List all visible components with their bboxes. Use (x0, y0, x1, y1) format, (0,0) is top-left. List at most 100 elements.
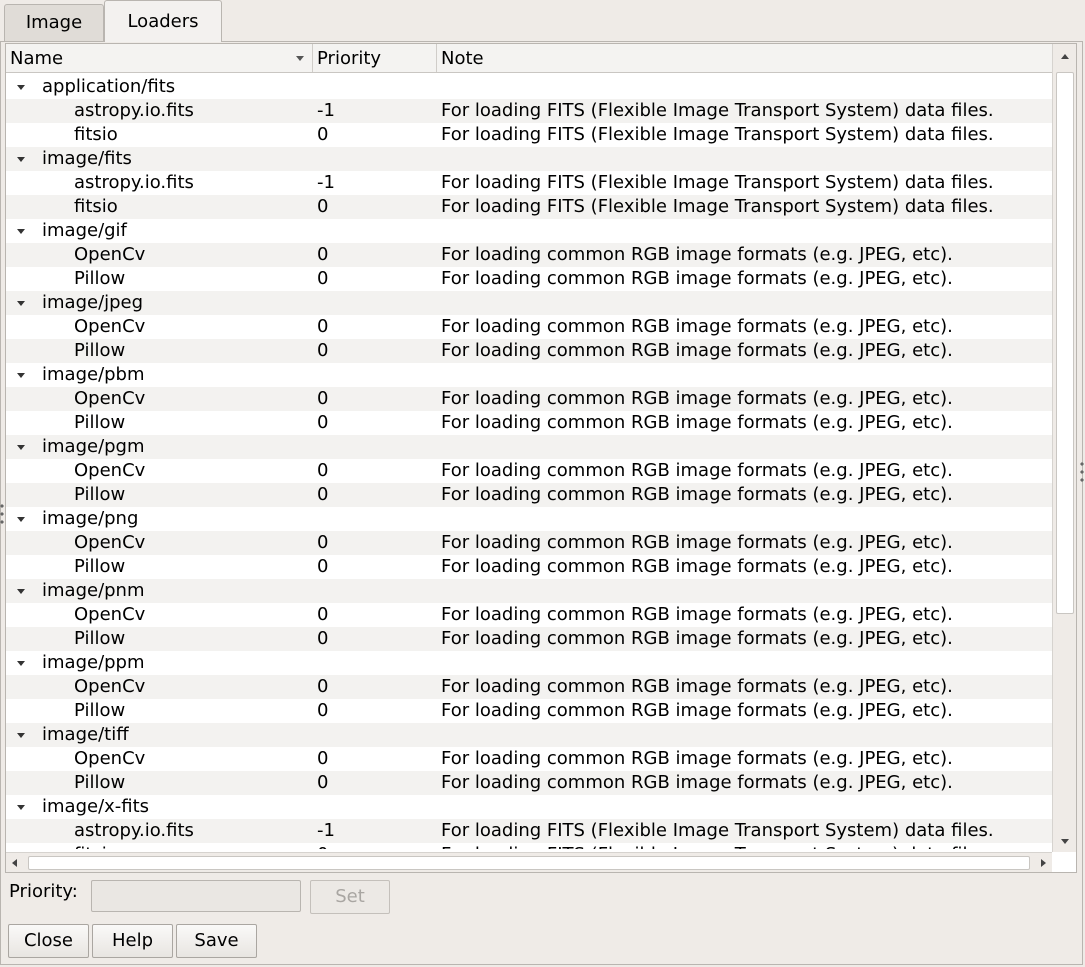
loader-row[interactable]: OpenCv 0 For loading common RGB image form… (6, 675, 1052, 699)
loader-name: astropy.io.fits (74, 820, 194, 841)
loader-priority: 0 (317, 843, 437, 849)
loader-row[interactable]: OpenCv 0 For loading common RGB image form… (6, 387, 1052, 411)
tree-group-row[interactable]: application/fits (6, 75, 1052, 99)
group-mime-label: application/fits (42, 76, 176, 97)
scroll-up-arrow-icon[interactable] (1061, 54, 1069, 59)
tree-group-row[interactable]: image/pbm (6, 363, 1052, 387)
tab-loaders[interactable]: Loaders (104, 0, 222, 42)
loader-row[interactable]: OpenCv 0 For loading common RGB image form… (6, 315, 1052, 339)
expander-arrow-icon[interactable] (17, 157, 25, 162)
loader-row[interactable]: OpenCv 0 For loading common RGB image form… (6, 459, 1052, 483)
loader-note: For loading common RGB image formats (e.… (441, 556, 953, 577)
scroll-down-arrow-icon[interactable] (1061, 839, 1069, 844)
close-button[interactable]: Close (8, 924, 89, 958)
group-mime-label: image/jpeg (42, 292, 144, 313)
loader-row[interactable]: fitsio 0 For loading FITS (Flexible Image … (6, 195, 1052, 219)
set-button[interactable]: Set (310, 880, 390, 914)
help-button[interactable]: Help (92, 924, 173, 958)
loader-row[interactable]: OpenCv 0 For loading common RGB image form… (6, 243, 1052, 267)
tree-group-row[interactable]: image/pgm (6, 435, 1052, 459)
loader-row[interactable]: astropy.io.fits -1 For loading FITS (Flexi… (6, 99, 1052, 123)
loader-priority: 0 (317, 316, 329, 337)
loader-note: For loading FITS (Flexible Image Transpo… (441, 124, 994, 145)
loader-name: Pillow (74, 700, 126, 721)
horizontal-scrollbar[interactable] (6, 852, 1052, 872)
expander-arrow-icon[interactable] (17, 661, 25, 666)
loader-note: For loading common RGB image formats (e.… (441, 700, 953, 721)
tab-image[interactable]: Image (4, 4, 104, 41)
loader-row[interactable]: fitsio 0 For loading FITS (Flexible Image … (6, 123, 1052, 147)
loader-name: Pillow (74, 412, 126, 433)
expander-arrow-icon[interactable] (17, 589, 25, 594)
loader-row[interactable]: Pillow 0 For loading common RGB image form… (6, 627, 1052, 651)
loader-name: astropy.io.fits (74, 100, 194, 121)
loader-priority: 0 (317, 412, 329, 433)
tree-group-row[interactable]: image/fits (6, 147, 1052, 171)
expander-arrow-icon[interactable] (17, 373, 25, 378)
expander-arrow-icon[interactable] (17, 445, 25, 450)
loader-row[interactable]: Pillow 0 For loading common RGB image form… (6, 411, 1052, 435)
loader-priority: 0 (317, 124, 329, 145)
loader-note: For loading common RGB image formats (e.… (441, 268, 953, 289)
loader-row[interactable]: astropy.io.fits -1 For loading FITS (Flexi… (6, 171, 1052, 195)
tree-group-row[interactable]: image/ppm (6, 651, 1052, 675)
vertical-scroll-thumb[interactable] (1056, 72, 1074, 614)
loader-note: For loading common RGB image formats (e.… (441, 772, 953, 793)
tree-group-row[interactable]: image/gif (6, 219, 1052, 243)
expander-arrow-icon[interactable] (17, 733, 25, 738)
horizontal-scroll-thumb[interactable] (28, 856, 1030, 870)
group-mime-label: image/fits (42, 148, 132, 169)
tree-group-row[interactable]: image/jpeg (6, 291, 1052, 315)
loader-name: OpenCv (74, 532, 146, 553)
loader-priority: 0 (317, 700, 329, 721)
tab-bar: Image Loaders (0, 0, 1085, 42)
loader-name: Pillow (74, 556, 126, 577)
expander-arrow-icon[interactable] (17, 805, 25, 810)
loader-name: OpenCv (74, 388, 146, 409)
loader-name: Pillow (74, 340, 126, 361)
expander-arrow-icon[interactable] (17, 517, 25, 522)
loader-name: OpenCv (74, 460, 146, 481)
loader-name: OpenCv (74, 244, 146, 265)
loader-note: For loading FITS (Flexible Image Transpo… (441, 172, 994, 193)
tree-group-row[interactable]: image/pnm (6, 579, 1052, 603)
column-header-note[interactable]: Note (437, 44, 1052, 72)
loader-row[interactable]: OpenCv 0 For loading common RGB image form… (6, 747, 1052, 771)
loader-row[interactable]: Pillow 0 For loading common RGB image form… (6, 267, 1052, 291)
resize-grip-right-icon[interactable] (1079, 460, 1085, 486)
column-header-name[interactable]: Name (6, 44, 313, 72)
save-button[interactable]: Save (176, 924, 257, 958)
priority-input[interactable] (91, 880, 301, 912)
tree-header: Name Priority Note (6, 44, 1052, 73)
loader-note: For loading common RGB image formats (e.… (441, 460, 953, 481)
loader-note: For loading common RGB image formats (e.… (441, 532, 953, 553)
tree-group-row[interactable]: image/tiff (6, 723, 1052, 747)
loader-priority: 0 (317, 628, 329, 649)
loader-row[interactable]: Pillow 0 For loading common RGB image form… (6, 699, 1052, 723)
group-mime-label: image/ppm (42, 652, 145, 673)
loader-row[interactable]: OpenCv 0 For loading common RGB image form… (6, 531, 1052, 555)
loader-priority: -1 (317, 172, 335, 193)
loaders-tree[interactable]: Name Priority Note application/fits astro… (5, 43, 1077, 873)
expander-arrow-icon[interactable] (17, 229, 25, 234)
expander-arrow-icon[interactable] (17, 85, 25, 90)
loader-row[interactable]: Pillow 0 For loading common RGB image form… (6, 483, 1052, 507)
loader-row[interactable]: fitsio 0 For loading FITS (Flexible Image … (6, 843, 1052, 849)
loader-row[interactable]: Pillow 0 For loading common RGB image form… (6, 339, 1052, 363)
loader-row[interactable]: Pillow 0 For loading common RGB image form… (6, 771, 1052, 795)
loader-name: fitsio (74, 843, 118, 849)
group-mime-label: image/pnm (42, 580, 145, 601)
loader-row[interactable]: astropy.io.fits -1 For loading FITS (Flexi… (6, 819, 1052, 843)
column-header-priority[interactable]: Priority (313, 44, 437, 72)
tree-group-row[interactable]: image/x-fits (6, 795, 1052, 819)
tree-group-row[interactable]: image/png (6, 507, 1052, 531)
scroll-left-arrow-icon[interactable] (12, 859, 17, 867)
loader-note: For loading common RGB image formats (e.… (441, 748, 953, 769)
expander-arrow-icon[interactable] (17, 301, 25, 306)
group-mime-label: image/gif (42, 220, 127, 241)
loader-row[interactable]: OpenCv 0 For loading common RGB image form… (6, 603, 1052, 627)
vertical-scrollbar[interactable] (1052, 44, 1076, 852)
loader-priority: 0 (317, 196, 329, 217)
loader-row[interactable]: Pillow 0 For loading common RGB image form… (6, 555, 1052, 579)
scroll-right-arrow-icon[interactable] (1041, 859, 1046, 867)
